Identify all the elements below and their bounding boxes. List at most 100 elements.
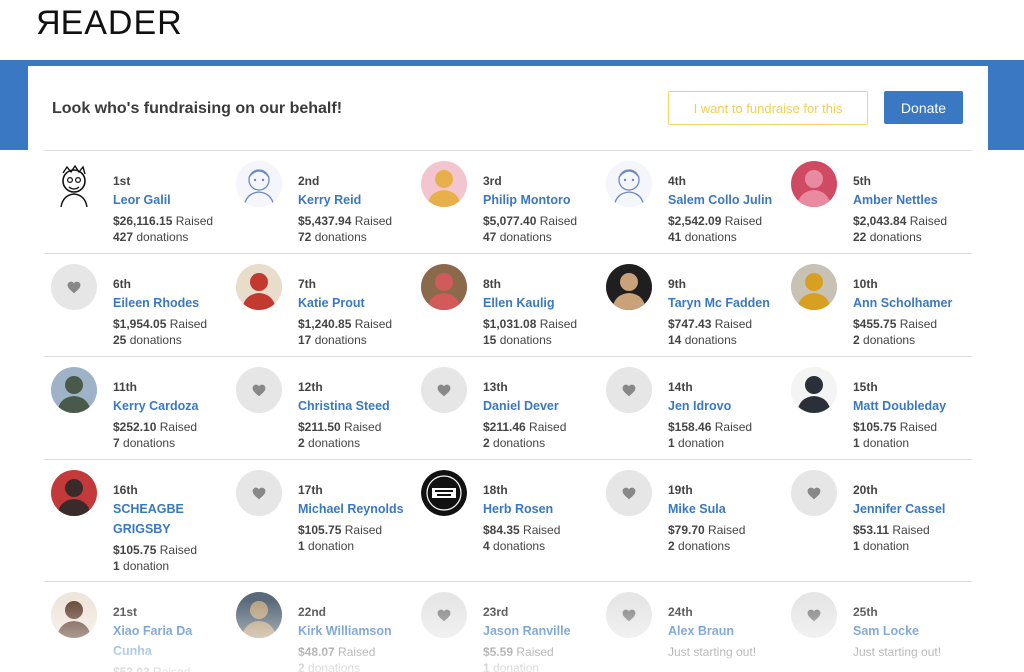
fundraiser-name-link[interactable]: Amber Nettles xyxy=(853,190,971,210)
amount-raised: $105.75 Raised xyxy=(853,420,938,434)
fundraiser-status: Just starting out! xyxy=(668,645,757,659)
panel-title: Look who's fundraising on our behalf! xyxy=(52,100,343,117)
amount-raised: $747.43 Raised xyxy=(668,317,753,331)
fundraiser-info: 4th Salem Collo Julin $2,542.09 Raised 41 d… xyxy=(668,173,786,245)
fundraiser-name-link[interactable]: Christina Steed xyxy=(298,396,416,416)
fundraiser-info: 5th Amber Nettles $2,043.84 Raised 22 donat… xyxy=(853,173,971,245)
heart-icon[interactable] xyxy=(791,470,837,516)
amount-raised: $2,043.84 Raised xyxy=(853,214,948,228)
donation-count: 41 donations xyxy=(668,230,737,244)
fundraiser-row: 21st Xiao Faria Da Cunha $53.03 Raised 22nd… xyxy=(44,581,972,672)
fundraiser-name-link[interactable]: Taryn Mc Fadden xyxy=(668,293,786,313)
fundraiser-name-link[interactable]: Daniel Dever xyxy=(483,396,601,416)
fundraiser-rank: 20th xyxy=(853,483,878,497)
fundraiser-card: 24th Alex Braun Just starting out! xyxy=(599,582,784,672)
donation-count: 15 donations xyxy=(483,333,552,347)
fundraiser-info: 23rd Jason Ranville $5.59 Raised 1 donation xyxy=(483,604,601,672)
fundraiser-name-link[interactable]: Salem Collo Julin xyxy=(668,190,786,210)
heart-icon[interactable] xyxy=(421,367,467,413)
fundraiser-name-link[interactable]: Jason Ranville xyxy=(483,621,601,641)
fundraiser-name-link[interactable]: Herb Rosen xyxy=(483,499,601,519)
fundraiser-rank: 24th xyxy=(668,605,693,619)
fundraiser-name-link[interactable]: Michael Reynolds xyxy=(298,499,416,519)
fundraiser-name-link[interactable]: Xiao Faria Da Cunha xyxy=(113,621,231,661)
fundraiser-name-link[interactable]: Philip Montoro xyxy=(483,190,601,210)
fundraiser-info: 18th Herb Rosen $84.35 Raised 4 donations xyxy=(483,482,601,554)
donate-button[interactable]: Donate xyxy=(884,91,963,124)
liars-club-logo[interactable] xyxy=(421,470,467,516)
fundraiser-name-link[interactable]: Kirk Williamson xyxy=(298,621,416,641)
fundraiser-name-link[interactable]: Mike Sula xyxy=(668,499,786,519)
fundraiser-name-link[interactable]: Ellen Kaulig xyxy=(483,293,601,313)
avatar[interactable] xyxy=(51,592,97,638)
fundraiser-name-link[interactable]: Ann Scholhamer xyxy=(853,293,971,313)
avatar[interactable] xyxy=(791,161,837,207)
fundraiser-name-link[interactable]: Kerry Reid xyxy=(298,190,416,210)
amount-raised: $48.07 Raised xyxy=(298,645,376,659)
fundraiser-info: 19th Mike Sula $79.70 Raised 2 donations xyxy=(668,482,786,554)
fundraiser-rank: 21st xyxy=(113,605,138,619)
heart-icon[interactable] xyxy=(421,592,467,638)
fundraiser-name-link[interactable]: Eileen Rhodes xyxy=(113,293,231,313)
amount-raised: $211.50 Raised xyxy=(298,420,382,434)
fundraiser-info: 25th Sam Locke Just starting out! xyxy=(853,604,971,660)
heart-icon[interactable] xyxy=(606,367,652,413)
fundraiser-card: 18th Herb Rosen $84.35 Raised 4 donations xyxy=(414,460,599,581)
amount-raised: $5,077.40 Raised xyxy=(483,214,578,228)
fundraiser-rank: 4th xyxy=(668,174,686,188)
fundraise-button[interactable]: I want to fundraise for this xyxy=(668,91,868,125)
avatar[interactable] xyxy=(791,264,837,310)
fundraiser-info: 7th Katie Prout $1,240.85 Raised 17 donatio… xyxy=(298,276,416,348)
amount-raised: $105.75 Raised xyxy=(298,523,383,537)
donation-count: 25 donations xyxy=(113,333,182,347)
fundraiser-card: 4th Salem Collo Julin $2,542.09 Raised 41 d… xyxy=(599,151,784,253)
fundraiser-rank: 15th xyxy=(853,380,878,394)
fundraiser-name-link[interactable]: Kerry Cardoza xyxy=(113,396,231,416)
donation-count: 2 donations xyxy=(298,661,361,672)
fundraiser-card: 25th Sam Locke Just starting out! xyxy=(784,582,969,672)
avatar[interactable] xyxy=(791,367,837,413)
avatar[interactable] xyxy=(236,161,282,207)
donation-count: 1 donation xyxy=(853,539,910,553)
avatar[interactable] xyxy=(236,592,282,638)
fundraiser-name-link[interactable]: SCHEAGBE GRIGSBY xyxy=(113,499,231,539)
fundraisers-panel: Look who's fundraising on our behalf! I … xyxy=(28,66,988,672)
donation-count: 2 donations xyxy=(668,539,731,553)
avatar[interactable] xyxy=(51,470,97,516)
donation-count: 427 donations xyxy=(113,230,189,244)
avatar[interactable] xyxy=(236,264,282,310)
heart-icon[interactable] xyxy=(791,592,837,638)
amount-raised: $53.11 Raised xyxy=(853,523,930,537)
heart-icon[interactable] xyxy=(236,367,282,413)
amount-raised: $5,437.94 Raised xyxy=(298,214,393,228)
amount-raised: $2,542.09 Raised xyxy=(668,214,763,228)
logo-rest: EADER xyxy=(60,4,183,42)
fundraiser-name-link[interactable]: Matt Doubleday xyxy=(853,396,971,416)
avatar[interactable] xyxy=(421,161,467,207)
fundraiser-name-link[interactable]: Jen Idrovo xyxy=(668,396,786,416)
fundraiser-name-link[interactable]: Katie Prout xyxy=(298,293,416,313)
avatar[interactable] xyxy=(606,161,652,207)
amount-raised: $1,954.05 Raised xyxy=(113,317,208,331)
fundraiser-rank: 5th xyxy=(853,174,871,188)
fundraiser-rank: 17th xyxy=(298,483,323,497)
heart-icon[interactable] xyxy=(236,470,282,516)
fundraiser-name-link[interactable]: Leor Galil xyxy=(113,190,231,210)
reader-logo[interactable]: READER xyxy=(35,4,183,43)
avatar[interactable] xyxy=(421,264,467,310)
fundraiser-name-link[interactable]: Alex Braun xyxy=(668,621,786,641)
fundraiser-rank: 7th xyxy=(298,277,316,291)
fundraiser-grid: 1st Leor Galil $26,116.15 Raised 427 donati… xyxy=(44,150,972,672)
donation-count: 14 donations xyxy=(668,333,737,347)
donation-count: 17 donations xyxy=(298,333,367,347)
heart-icon[interactable] xyxy=(51,264,97,310)
heart-icon[interactable] xyxy=(606,592,652,638)
avatar[interactable] xyxy=(606,264,652,310)
avatar[interactable] xyxy=(51,367,97,413)
fundraiser-row: 16th SCHEAGBE GRIGSBY $105.75 Raised 1 dona… xyxy=(44,459,972,581)
avatar[interactable] xyxy=(51,161,97,207)
fundraiser-rank: 25th xyxy=(853,605,878,619)
heart-icon[interactable] xyxy=(606,470,652,516)
fundraiser-name-link[interactable]: Jennifer Cassel xyxy=(853,499,971,519)
fundraiser-name-link[interactable]: Sam Locke xyxy=(853,621,971,641)
